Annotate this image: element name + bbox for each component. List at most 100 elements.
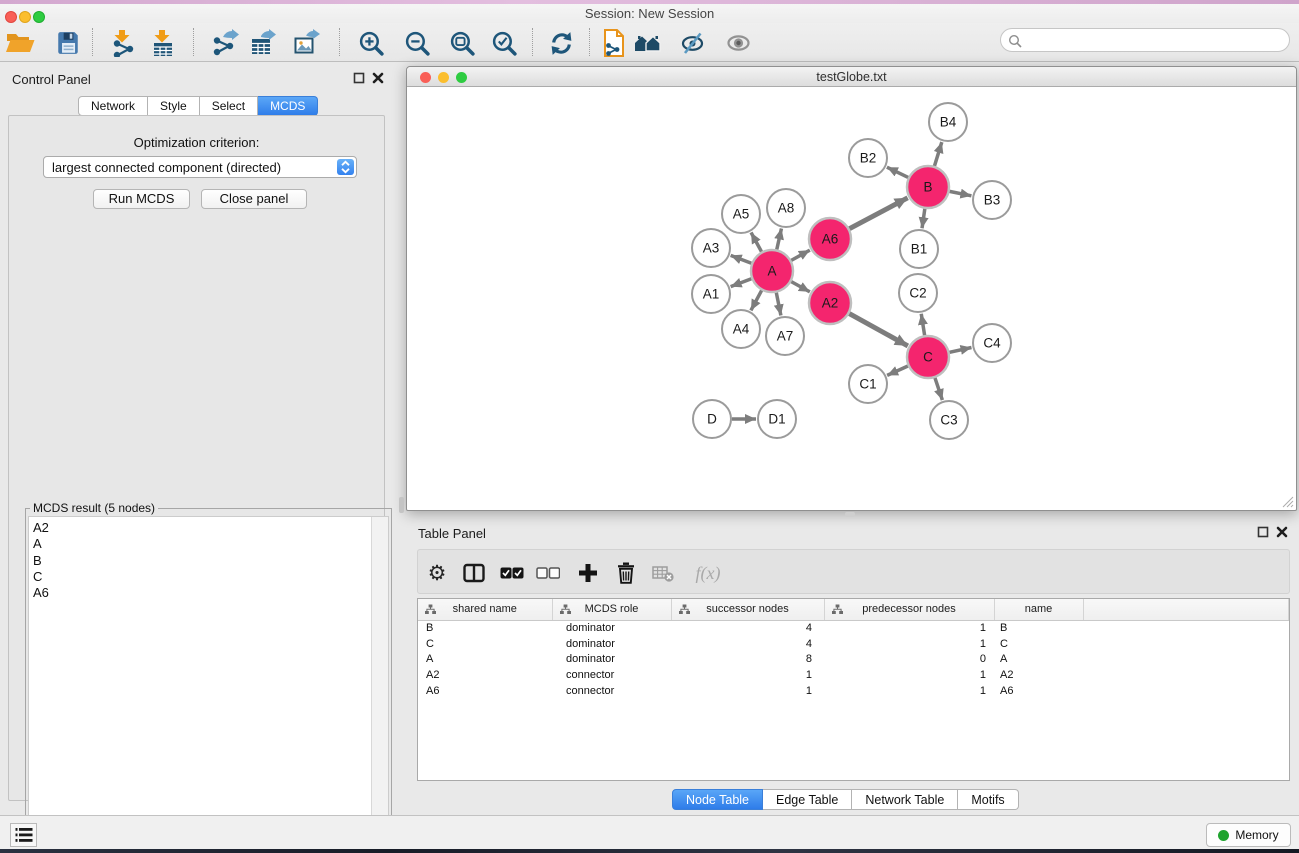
edge-C-C1[interactable] bbox=[887, 366, 908, 375]
refresh-button[interactable] bbox=[545, 27, 577, 59]
panel-splitter-handle[interactable] bbox=[399, 497, 404, 513]
mcds-result-list[interactable]: A2ABCA6 bbox=[28, 516, 389, 848]
edge-A-A4[interactable] bbox=[751, 290, 762, 310]
zoom-selected-icon bbox=[491, 30, 518, 57]
close-panel-button[interactable]: Close panel bbox=[201, 189, 307, 209]
edge-A-A8[interactable] bbox=[777, 228, 782, 249]
table-cell: A bbox=[418, 652, 552, 668]
edge-B-B2[interactable] bbox=[887, 167, 908, 177]
tab-node-table[interactable]: Node Table bbox=[672, 789, 763, 810]
close-window-button[interactable] bbox=[5, 11, 17, 23]
mcds-result-item[interactable]: B bbox=[33, 553, 388, 569]
network-window-titlebar[interactable]: testGlobe.txt bbox=[407, 67, 1296, 87]
network-graph-canvas[interactable]: B4B2BB3A8A5A6A3B1AC2A1A2A4A7C4CC1C3DD1 bbox=[407, 88, 1296, 511]
create-column-button[interactable] bbox=[572, 557, 604, 589]
export-image-button[interactable] bbox=[291, 27, 323, 59]
edge-A-A5[interactable] bbox=[751, 232, 761, 251]
table-panel-float-button[interactable] bbox=[1256, 525, 1270, 539]
horizontal-splitter-handle[interactable] bbox=[845, 512, 855, 517]
tab-select[interactable]: Select bbox=[200, 96, 258, 116]
network-close-button[interactable] bbox=[420, 72, 431, 83]
select-all-columns-button[interactable] bbox=[496, 557, 528, 589]
toggle-column-view-button[interactable] bbox=[458, 557, 490, 589]
edge-A-A6[interactable] bbox=[791, 250, 810, 260]
edge-A-A7[interactable] bbox=[776, 293, 781, 316]
optimization-criterion-select[interactable]: largest connected component (directed) bbox=[43, 156, 357, 178]
gear-icon: ⚙ bbox=[428, 558, 447, 588]
zoom-window-button[interactable] bbox=[33, 11, 45, 23]
network-from-selection-button[interactable] bbox=[598, 27, 630, 59]
edge-B-B3[interactable] bbox=[950, 191, 972, 195]
table-row[interactable]: Bdominator41B bbox=[418, 620, 1289, 636]
table-row[interactable]: Adominator80A bbox=[418, 652, 1289, 668]
table-cell: dominator bbox=[552, 636, 671, 652]
zoom-out-button[interactable] bbox=[401, 27, 433, 59]
edge-A6-B[interactable] bbox=[849, 198, 907, 229]
zoom-fit-button[interactable] bbox=[446, 27, 478, 59]
column-header-name[interactable]: name bbox=[994, 599, 1083, 620]
mcds-result-item[interactable]: C bbox=[33, 569, 388, 585]
edge-A-A3[interactable] bbox=[731, 255, 752, 263]
import-network-button[interactable] bbox=[107, 27, 139, 59]
save-floppy-icon bbox=[55, 30, 81, 56]
column-header-shared-name[interactable]: shared name bbox=[418, 599, 552, 620]
unselect-all-columns-button[interactable] bbox=[532, 557, 564, 589]
zoom-in-button[interactable] bbox=[355, 27, 387, 59]
tab-network-table[interactable]: Network Table bbox=[852, 789, 958, 810]
control-panel-float-button[interactable] bbox=[352, 71, 366, 85]
hide-graphics-details-button[interactable] bbox=[677, 27, 709, 59]
function-builder-button[interactable]: f(x) bbox=[686, 557, 730, 589]
run-mcds-button[interactable]: Run MCDS bbox=[93, 189, 190, 209]
table-cell: C bbox=[418, 636, 552, 652]
show-graphics-details-button[interactable] bbox=[722, 27, 754, 59]
save-session-button[interactable] bbox=[52, 27, 84, 59]
open-session-button[interactable] bbox=[4, 27, 36, 59]
table-panel-close-button[interactable] bbox=[1275, 525, 1289, 539]
delete-table-icon bbox=[652, 565, 674, 582]
tab-motifs[interactable]: Motifs bbox=[958, 789, 1018, 810]
column-header-predecessor-nodes[interactable]: predecessor nodes bbox=[824, 599, 994, 620]
column-header-successor-nodes[interactable]: successor nodes bbox=[671, 599, 824, 620]
memory-status-icon bbox=[1218, 830, 1229, 841]
resize-grip-icon[interactable] bbox=[1281, 495, 1294, 508]
tab-mcds[interactable]: MCDS bbox=[258, 96, 318, 116]
mcds-result-item[interactable]: A bbox=[33, 536, 388, 552]
delete-table-button[interactable] bbox=[647, 557, 679, 589]
table-row[interactable]: A2connector11A2 bbox=[418, 667, 1289, 683]
edge-A2-C[interactable] bbox=[849, 314, 908, 346]
tab-style[interactable]: Style bbox=[148, 96, 200, 116]
open-folder-icon bbox=[5, 31, 35, 55]
table-row[interactable]: A6connector11A6 bbox=[418, 683, 1289, 699]
home-button[interactable] bbox=[632, 27, 664, 59]
edge-B-B4[interactable] bbox=[934, 142, 941, 166]
edge-C-C2[interactable] bbox=[921, 314, 924, 336]
optimization-criterion-label: Optimization criterion: bbox=[9, 135, 384, 150]
homes-icon bbox=[633, 30, 663, 56]
mcds-result-item[interactable]: A2 bbox=[33, 520, 388, 536]
edge-C-C3[interactable] bbox=[935, 378, 942, 400]
minimize-window-button[interactable] bbox=[19, 11, 31, 23]
table-row[interactable]: Cdominator41C bbox=[418, 636, 1289, 652]
edge-A-A2[interactable] bbox=[791, 282, 810, 292]
control-panel-close-button[interactable] bbox=[371, 71, 385, 85]
edge-A-A1[interactable] bbox=[731, 279, 752, 287]
export-network-button[interactable] bbox=[209, 27, 241, 59]
table-settings-button[interactable]: ⚙ bbox=[421, 557, 453, 589]
delete-column-button[interactable] bbox=[610, 557, 642, 589]
mcds-result-item[interactable]: A6 bbox=[33, 585, 388, 601]
edge-C-C4[interactable] bbox=[949, 347, 971, 352]
network-minimize-button[interactable] bbox=[438, 72, 449, 83]
export-table-button[interactable] bbox=[247, 27, 279, 59]
memory-button[interactable]: Memory bbox=[1206, 823, 1291, 847]
tab-edge-table[interactable]: Edge Table bbox=[763, 789, 852, 810]
result-scrollbar[interactable] bbox=[371, 517, 388, 847]
edge-B-B1[interactable] bbox=[922, 209, 925, 228]
zoom-selected-button[interactable] bbox=[488, 27, 520, 59]
node-label-A5: A5 bbox=[733, 207, 750, 222]
search-input[interactable] bbox=[1025, 31, 1283, 49]
import-table-button[interactable] bbox=[147, 27, 179, 59]
column-header-MCDS-role[interactable]: MCDS role bbox=[552, 599, 671, 620]
task-history-button[interactable] bbox=[10, 823, 37, 847]
tab-network[interactable]: Network bbox=[78, 96, 148, 116]
network-zoom-button[interactable] bbox=[456, 72, 467, 83]
